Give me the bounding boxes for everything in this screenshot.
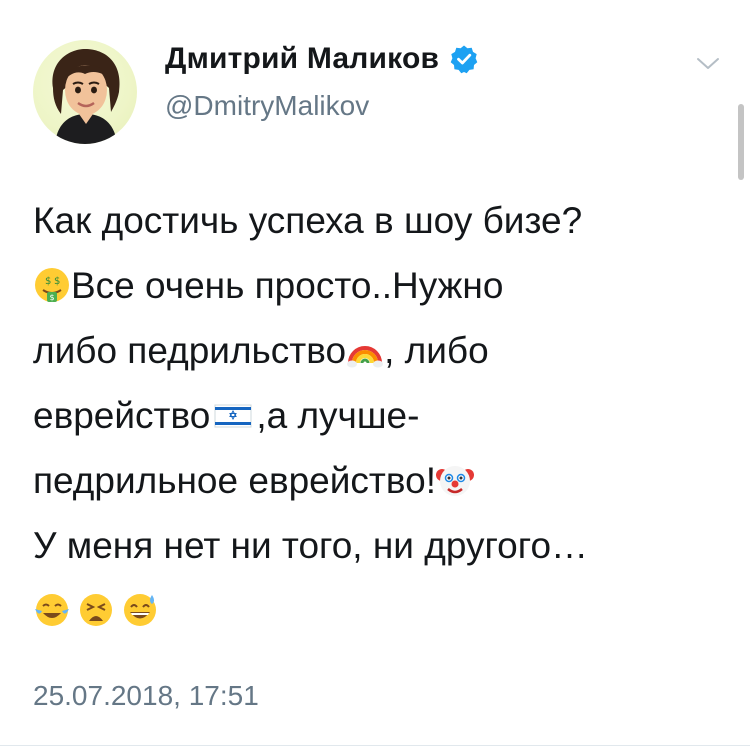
money-mouth-face-icon: $ $ $ xyxy=(35,268,69,302)
svg-text:$: $ xyxy=(54,276,60,287)
tweet-card[interactable]: Дмитрий Маликов @DmitryMalikov Как дости… xyxy=(0,0,750,756)
tweet-timestamp[interactable]: 25.07.2018, 17:51 xyxy=(33,680,259,712)
tweet-line: У меня нет ни того, ни другого… xyxy=(33,525,589,566)
tweet-line: Как достичь успеха в шоу бизе? xyxy=(33,200,583,241)
chevron-down-icon[interactable] xyxy=(694,54,722,74)
israel-flag-icon xyxy=(214,404,252,428)
svg-text:$: $ xyxy=(45,276,51,287)
divider xyxy=(0,745,750,746)
display-name[interactable]: Дмитрий Маликов xyxy=(165,42,439,76)
memoji-avatar-icon xyxy=(52,48,120,144)
face-with-tears-of-joy-icon xyxy=(35,594,69,626)
author-row: Дмитрий Маликов xyxy=(165,42,479,76)
scrollbar[interactable] xyxy=(738,104,744,180)
rainbow-icon xyxy=(347,346,384,368)
tweet-line: $ $ $ Все очень просто..Нужно xyxy=(33,253,723,318)
tweet-line: либо педрильство , либо xyxy=(33,330,489,371)
tweet-line: педрильное еврейство! xyxy=(33,448,723,513)
user-handle[interactable]: @DmitryMalikov xyxy=(165,90,369,122)
verified-badge-icon xyxy=(450,45,478,74)
grinning-sweat-icon xyxy=(124,594,156,626)
weary-face-icon xyxy=(80,594,112,626)
clown-face-icon xyxy=(435,466,474,496)
svg-text:$: $ xyxy=(50,293,55,302)
avatar[interactable] xyxy=(33,40,137,144)
tweet-text: Как достичь успеха в шоу бизе? $ $ $ Все… xyxy=(33,188,723,643)
tweet-line: еврейство ,а лучше- xyxy=(33,395,420,436)
tweet-line xyxy=(33,578,723,643)
